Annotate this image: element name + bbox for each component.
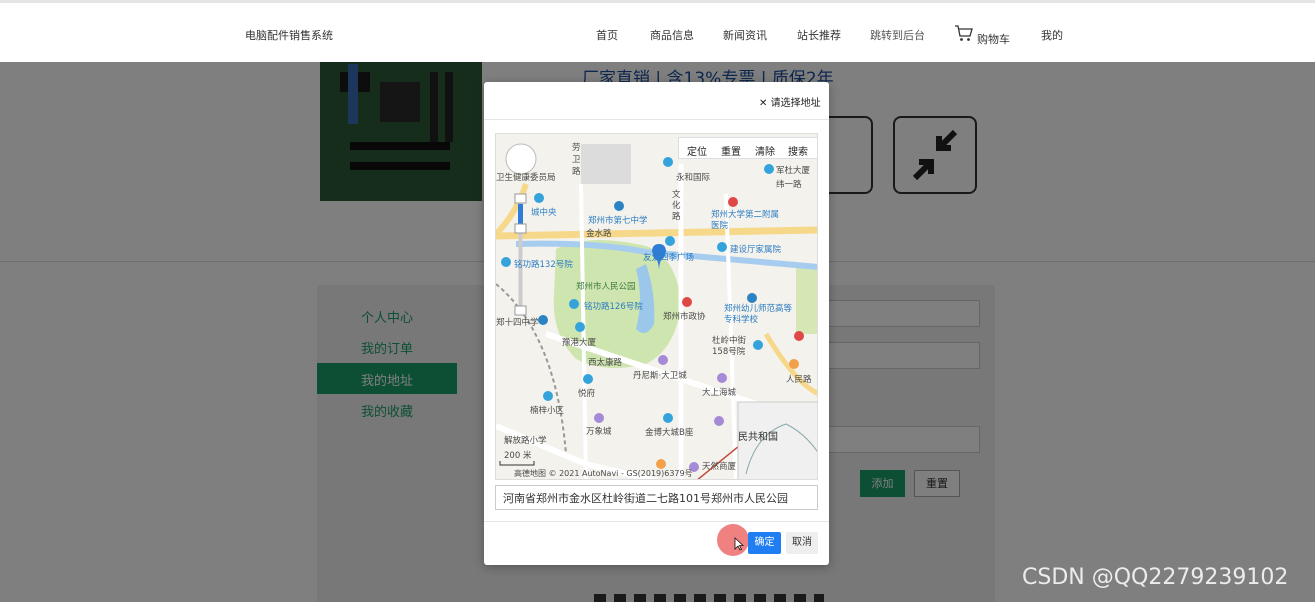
click-indicator xyxy=(717,524,749,556)
nav-cart[interactable]: 购物车 xyxy=(977,31,1010,47)
nav-admin[interactable]: 跳转到后台 xyxy=(870,27,925,43)
nav-news[interactable]: 新闻资讯 xyxy=(723,27,767,43)
map-label: 楠梓小区 xyxy=(530,406,565,416)
map-label: 友爱四季广场 xyxy=(643,253,695,263)
address-input[interactable] xyxy=(495,485,818,510)
map-label: 金水路 xyxy=(586,229,612,239)
map-label: 劳卫路 xyxy=(572,143,581,177)
nav-products[interactable]: 商品信息 xyxy=(650,27,694,43)
map-search-button[interactable]: 搜索 xyxy=(788,143,808,158)
dialog-header: ✕ 请选择地址 xyxy=(484,82,829,120)
map-label: 城中央 xyxy=(531,208,557,218)
map-label: 西太康路 xyxy=(588,358,623,368)
map-label: 郑州市政协 xyxy=(663,312,706,322)
locate-button[interactable]: 定位 xyxy=(687,143,707,158)
map-label: 丹尼斯·大卫城 xyxy=(633,371,687,381)
map-label: 建设厅家属院 xyxy=(730,245,782,255)
brand-title[interactable]: 电脑配件销售系统 xyxy=(245,27,333,43)
divider xyxy=(484,521,829,522)
map-label: 解放路小学 xyxy=(504,436,547,446)
map-label: 文化路 xyxy=(672,190,681,222)
close-button[interactable]: ✕ 请选择地址 xyxy=(759,94,821,109)
map-label: 郑州幼儿师范高等专科学校 xyxy=(724,304,793,325)
scale-label: 200 米 xyxy=(504,451,532,461)
map-label: 永和国际 xyxy=(676,173,711,183)
cart-icon[interactable] xyxy=(954,23,974,43)
map-label: 民共和国 xyxy=(738,432,778,443)
map-toolbar: 定位 重置 清除 搜索 xyxy=(678,137,817,159)
map-label: 郑州市人民公园 xyxy=(576,282,636,292)
map-label: 悦府 xyxy=(578,389,596,399)
map-label: 郑州市第七中学 xyxy=(588,216,648,226)
map-label: 郑十四中学 xyxy=(496,318,539,328)
map-label: 纬一路 xyxy=(776,180,802,190)
map-label: 金博大城B座 xyxy=(645,428,694,438)
map-label: 万象城 xyxy=(586,427,612,437)
map-label: 铭功路132号院 xyxy=(514,260,573,270)
map-clear-button[interactable]: 清除 xyxy=(755,143,775,158)
map-reset-button[interactable]: 重置 xyxy=(721,143,741,158)
map-label: 豫港大厦 xyxy=(562,338,597,348)
map-label: 大上海城 xyxy=(702,388,737,398)
map-label: 人民路 xyxy=(786,375,812,385)
map-label: 卫生健康委员局 xyxy=(496,173,556,183)
map-label: 军杜大厦 xyxy=(776,166,811,176)
cancel-button[interactable]: 取消 xyxy=(786,532,818,554)
map-copyright: 高德地图 © 2021 AutoNavi - GS(2019)6379号 xyxy=(514,469,693,478)
nav-home[interactable]: 首页 xyxy=(596,27,618,43)
map-view[interactable]: 定位 重置 清除 搜索 劳卫路 卫生健康委员局 永和国际 军杜大厦 纬一路 城中… xyxy=(495,133,818,480)
nav-mine[interactable]: 我的 xyxy=(1041,27,1063,43)
close-icon: ✕ xyxy=(759,98,768,109)
confirm-button[interactable]: 确定 xyxy=(748,532,781,554)
top-navbar: 电脑配件销售系统 首页 商品信息 新闻资讯 站长推荐 跳转到后台 购物车 我的 xyxy=(0,0,1315,62)
dialog-title: 请选择地址 xyxy=(770,98,821,109)
nav-recommend[interactable]: 站长推荐 xyxy=(797,27,841,43)
map-label: 铭功路126号院 xyxy=(584,302,643,312)
address-picker-dialog: ✕ 请选择地址 定位 重置 清除 搜索 劳卫路 卫生健康委员局 永和国际 军杜大… xyxy=(484,82,829,565)
map-label: 杜岭中街158号院 xyxy=(712,336,747,357)
map-label: 天然商厦 xyxy=(702,462,737,472)
mouse-cursor-icon xyxy=(734,537,744,551)
watermark: CSDN @QQ2279239102 xyxy=(1022,565,1289,590)
map-label: 郑州大学第二附属医院 xyxy=(711,210,780,231)
